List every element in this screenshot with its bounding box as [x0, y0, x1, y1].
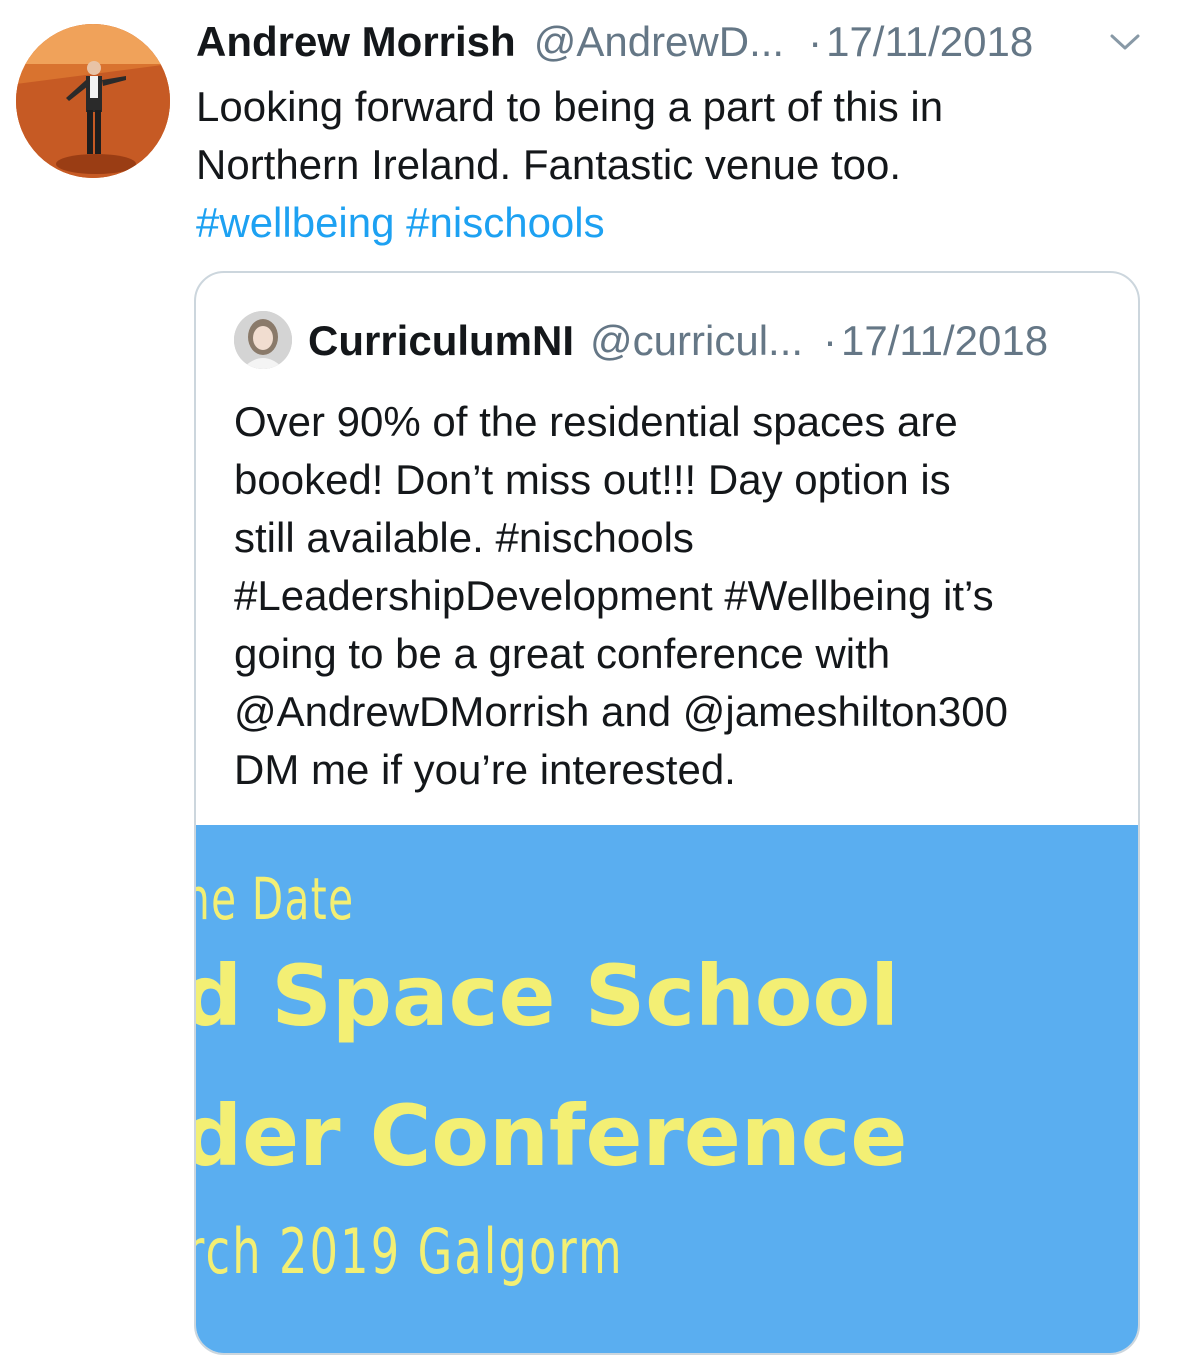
author-name[interactable]: Andrew Morrish	[196, 18, 516, 66]
quoted-author-name[interactable]: CurriculumNI	[308, 317, 574, 365]
quoted-text-line: booked! Don’t miss out!!! Day option is	[234, 456, 951, 503]
tweet-header: Andrew Morrish @AndrewD... · 17/11/2018	[196, 18, 1033, 68]
image-text-line: d Space School	[196, 947, 899, 1045]
author-avatar[interactable]	[16, 24, 170, 178]
quoted-text-line: DM me if you’re interested.	[234, 746, 736, 793]
quoted-text-line: Over 90% of the residential spaces are	[234, 398, 958, 445]
tweet[interactable]: Andrew Morrish @AndrewD... · 17/11/2018 …	[0, 0, 1193, 1360]
quoted-tweet-card[interactable]: CurriculumNI @curricul... · 17/11/2018 O…	[194, 271, 1140, 1355]
chevron-down-icon[interactable]	[1108, 30, 1142, 54]
tweet-hashtags: #wellbeing #nischools	[196, 194, 1156, 252]
quoted-text-line: going to be a great conference with	[234, 630, 891, 677]
tweet-text-line: Looking forward to being a part of this …	[196, 83, 944, 130]
quoted-tweet-image[interactable]: he Date d Space School der Conference rc…	[196, 825, 1138, 1353]
hashtag-link[interactable]: #nischools	[406, 199, 604, 246]
quoted-author-handle[interactable]: @curricul...	[590, 317, 803, 365]
hashtag-link[interactable]: #wellbeing	[196, 199, 394, 246]
quoted-text-line: @AndrewDMorrish and @jameshilton300	[234, 688, 1008, 735]
image-text-line: rch 2019 Galgorm	[196, 1215, 624, 1288]
quoted-tweet-header: CurriculumNI @curricul... · 17/11/2018	[308, 317, 1048, 365]
quoted-author-avatar[interactable]	[234, 311, 292, 369]
quoted-tweet-date[interactable]: 17/11/2018	[841, 317, 1048, 365]
author-handle[interactable]: @AndrewD...	[534, 18, 784, 66]
quoted-text-line: still available. #nischools	[234, 514, 694, 561]
quoted-tweet-text: Over 90% of the residential spaces are b…	[234, 393, 1114, 799]
image-text-line: der Conference	[196, 1087, 908, 1185]
tweet-date[interactable]: 17/11/2018	[826, 18, 1033, 66]
image-text-line: he Date	[196, 865, 355, 933]
tweet-text: Looking forward to being a part of this …	[196, 78, 1156, 252]
tweet-text-line: Northern Ireland. Fantastic venue too.	[196, 141, 902, 188]
quoted-text-line: #LeadershipDevelopment #Wellbeing it’s	[234, 572, 994, 619]
separator-dot: ·	[823, 317, 838, 364]
separator-dot: ·	[808, 18, 823, 65]
